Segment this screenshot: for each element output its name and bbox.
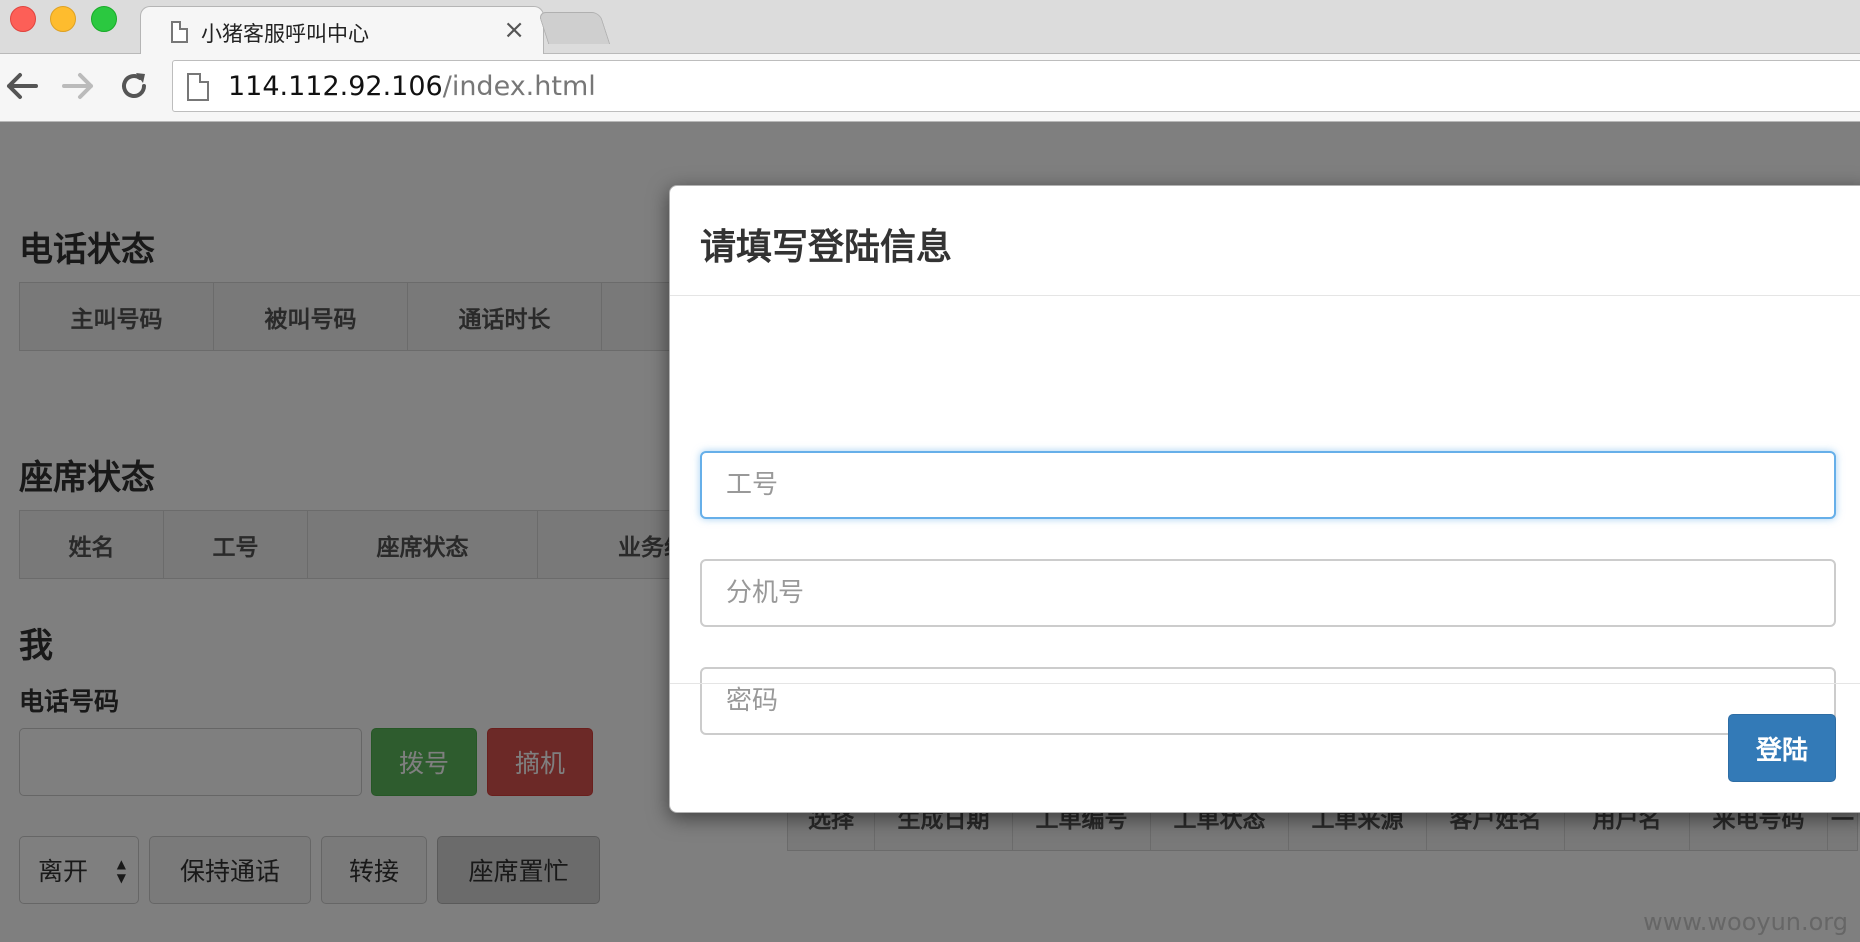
reload-icon <box>122 73 146 98</box>
window-close-icon[interactable] <box>10 6 36 32</box>
browser-tabstrip: 小猪客服呼叫中心 × <box>0 0 1860 55</box>
forward-button[interactable] <box>60 68 96 104</box>
document-icon <box>171 21 188 43</box>
watermark: www.wooyun.org <box>1643 908 1848 936</box>
page-content: 电话状态 主叫号码 被叫号码 通话时长 人员 座席状态 姓名 工号 座席状态 业… <box>0 122 1860 942</box>
window-zoom-icon[interactable] <box>91 6 117 32</box>
url-text: 114.112.92.106/index.html <box>228 71 596 102</box>
reload-button[interactable] <box>116 68 152 104</box>
browser-toolbar: 114.112.92.106/index.html <box>0 54 1860 122</box>
modal-header: 请填写登陆信息 <box>670 186 1860 296</box>
arrow-right-icon <box>62 73 93 99</box>
browser-tab-active[interactable]: 小猪客服呼叫中心 × <box>140 6 544 55</box>
arrow-left-icon <box>7 73 38 99</box>
back-button[interactable] <box>4 68 40 104</box>
page-info-icon <box>187 73 209 101</box>
employee-id-input[interactable] <box>700 451 1836 519</box>
tab-close-icon[interactable]: × <box>503 15 525 45</box>
modal-footer: 登陆 <box>670 683 1860 812</box>
extension-input[interactable] <box>700 559 1836 627</box>
tab-title: 小猪客服呼叫中心 <box>201 22 369 46</box>
window-minimize-icon[interactable] <box>50 6 76 32</box>
address-bar[interactable]: 114.112.92.106/index.html <box>172 60 1860 112</box>
new-tab-button[interactable] <box>537 12 611 44</box>
login-button[interactable]: 登陆 <box>1728 714 1836 782</box>
login-modal: 请填写登陆信息 登陆 <box>669 185 1860 813</box>
modal-title: 请填写登陆信息 <box>700 227 953 268</box>
